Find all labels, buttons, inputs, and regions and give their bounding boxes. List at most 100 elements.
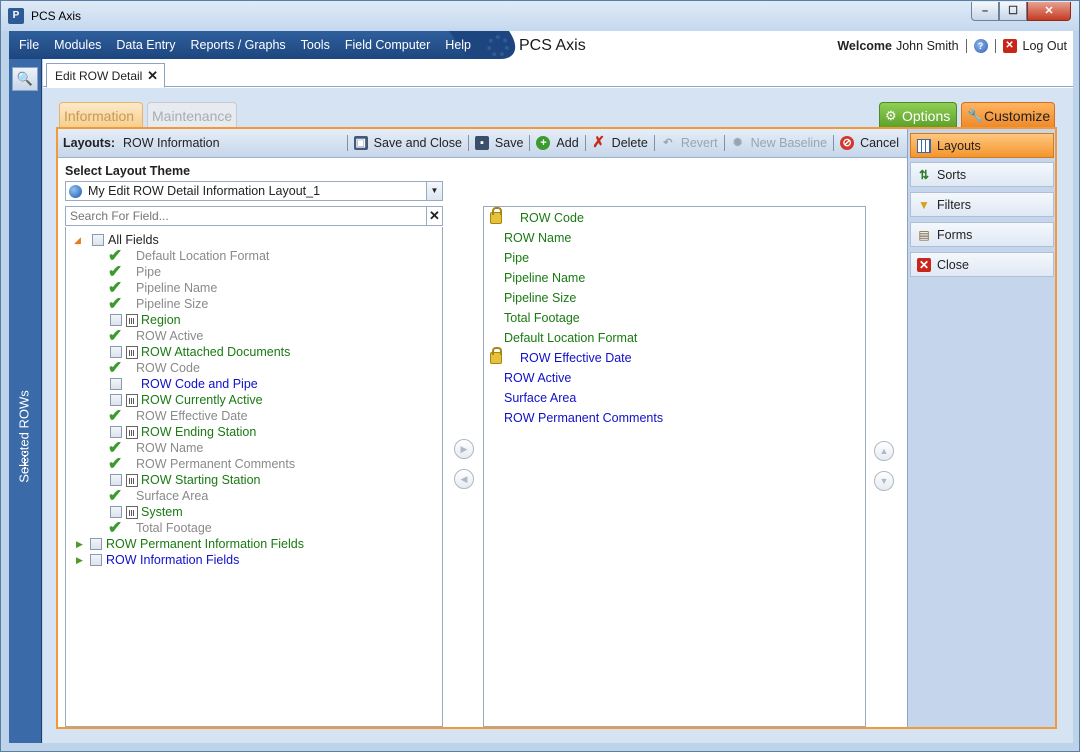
tree-field[interactable]: ✔ ROW Effective Date bbox=[108, 406, 248, 425]
lock-icon bbox=[490, 347, 502, 364]
checkmark-icon: ✔ bbox=[108, 454, 123, 473]
revert-button[interactable]: ↶ Revert bbox=[661, 136, 717, 150]
tree-field[interactable]: ✔ ROW Active bbox=[108, 326, 203, 345]
checkbox[interactable] bbox=[110, 314, 122, 326]
welcome-label: Welcome bbox=[837, 39, 892, 53]
checkbox[interactable] bbox=[110, 346, 122, 358]
menu-items: File Modules Data Entry Reports / Graphs… bbox=[9, 31, 476, 59]
user-area: Welcome John Smith ? ✕ Log Out bbox=[837, 39, 1067, 53]
move-up-icon[interactable]: ▲ bbox=[874, 441, 894, 461]
menu-tools[interactable]: Tools bbox=[296, 38, 335, 52]
selected-field[interactable]: ROW Effective Date bbox=[490, 347, 632, 366]
lock-icon bbox=[490, 207, 502, 224]
selected-field[interactable]: Surface Area bbox=[504, 390, 576, 406]
collapse-icon[interactable]: ◢ bbox=[74, 235, 92, 246]
checkbox[interactable] bbox=[90, 554, 102, 566]
checkbox[interactable] bbox=[92, 234, 104, 246]
add-button[interactable]: + Add bbox=[536, 136, 579, 150]
tab-label: Edit ROW Detail bbox=[55, 69, 143, 83]
selected-field[interactable]: Pipe bbox=[504, 250, 529, 266]
tree-field[interactable]: ROW Attached Documents bbox=[110, 344, 290, 360]
tab-options[interactable]: ⚙ Options bbox=[879, 102, 957, 127]
selected-field[interactable]: Pipeline Name bbox=[504, 270, 585, 286]
move-down-icon[interactable]: ▼ bbox=[874, 471, 894, 491]
menu-field-computer[interactable]: Field Computer bbox=[340, 38, 435, 52]
grip-handle-icon[interactable] bbox=[24, 451, 27, 469]
layouts-toolbar: Layouts: ROW Information ▣ Save and Close… bbox=[58, 129, 907, 158]
new-baseline-label: New Baseline bbox=[750, 136, 828, 150]
selected-field[interactable]: ROW Permanent Comments bbox=[504, 410, 663, 426]
tree-field[interactable]: ✔ Pipeline Size bbox=[108, 294, 208, 313]
side-item-forms[interactable]: ▤ Forms bbox=[910, 222, 1054, 247]
expand-icon[interactable]: ▶ bbox=[76, 555, 90, 566]
calculator-icon bbox=[126, 473, 138, 487]
expand-icon[interactable]: ▶ bbox=[76, 539, 90, 550]
selected-field[interactable]: Total Footage bbox=[504, 310, 580, 326]
save-button[interactable]: ▪ Save bbox=[474, 136, 523, 150]
minimize-button[interactable]: – bbox=[971, 2, 999, 21]
checkbox[interactable] bbox=[110, 474, 122, 486]
separator bbox=[584, 135, 586, 151]
save-and-close-button[interactable]: ▣ Save and Close bbox=[353, 136, 462, 150]
layouts-label: Layouts: bbox=[63, 136, 116, 150]
logout-icon[interactable]: ✕ bbox=[1002, 39, 1017, 53]
search-input[interactable] bbox=[66, 207, 426, 225]
selected-rows-sidebar[interactable]: 🔍 Selected ROWs bbox=[9, 59, 42, 743]
move-left-icon[interactable]: ◀ bbox=[454, 469, 474, 489]
clear-search-icon[interactable]: ✕ bbox=[426, 207, 442, 225]
search-icon[interactable]: 🔍 bbox=[12, 67, 38, 91]
checkbox[interactable] bbox=[110, 394, 122, 406]
tree-field[interactable]: ✔ ROW Code bbox=[108, 358, 200, 377]
side-item-sorts[interactable]: ⇅ Sorts bbox=[910, 162, 1054, 187]
delete-button[interactable]: ✗ Delete bbox=[592, 135, 647, 150]
tree-field[interactable]: ✔ ROW Permanent Comments bbox=[108, 454, 295, 473]
checkbox[interactable] bbox=[110, 506, 122, 518]
selected-field[interactable]: ROW Name bbox=[504, 230, 571, 246]
close-tab-icon[interactable]: ✕ bbox=[147, 68, 158, 84]
tree-field-label: Surface Area bbox=[136, 489, 209, 503]
logout-link[interactable]: Log Out bbox=[1023, 39, 1067, 53]
tree-field[interactable]: ✔ Total Footage bbox=[108, 518, 212, 537]
new-baseline-button[interactable]: ✺ New Baseline bbox=[731, 136, 827, 150]
side-item-filters[interactable]: ▼ Filters bbox=[910, 192, 1054, 217]
menu-file[interactable]: File bbox=[14, 38, 44, 52]
menu-modules[interactable]: Modules bbox=[49, 38, 106, 52]
calculator-icon bbox=[126, 505, 138, 519]
tree-group-permanent[interactable]: ▶ ROW Permanent Information Fields bbox=[76, 536, 304, 552]
save-and-close-label: Save and Close bbox=[373, 136, 462, 150]
chevron-down-icon[interactable]: ▼ bbox=[426, 182, 442, 200]
tree-group-information[interactable]: ▶ ROW Information Fields bbox=[76, 552, 239, 568]
maximize-button[interactable]: ☐ bbox=[999, 2, 1027, 21]
checkbox[interactable] bbox=[110, 378, 122, 390]
menu-help[interactable]: Help bbox=[440, 38, 476, 52]
move-right-icon[interactable]: ▶ bbox=[454, 439, 474, 459]
menu-reports-graphs[interactable]: Reports / Graphs bbox=[185, 38, 290, 52]
selected-field-label: ROW Permanent Comments bbox=[504, 411, 664, 425]
menu-data-entry[interactable]: Data Entry bbox=[111, 38, 180, 52]
selected-field[interactable]: ROW Active bbox=[504, 370, 571, 386]
tree-field[interactable]: ROW Code and Pipe bbox=[110, 376, 258, 392]
tab-edit-row-detail[interactable]: Edit ROW Detail ✕ bbox=[46, 63, 165, 88]
clipboard-icon: ▤ bbox=[918, 228, 930, 242]
title-bar[interactable]: P PCS Axis – ☐ ✕ bbox=[1, 1, 1079, 31]
side-item-label: Filters bbox=[937, 198, 972, 212]
cancel-button[interactable]: ⊘ Cancel bbox=[840, 136, 899, 150]
selected-field[interactable]: ROW Code bbox=[490, 207, 584, 226]
field-search[interactable]: ✕ bbox=[65, 206, 443, 226]
tab-maintenance[interactable]: Maintenance bbox=[147, 102, 237, 127]
help-icon[interactable]: ? bbox=[973, 39, 988, 53]
separator bbox=[965, 39, 967, 53]
side-item-close[interactable]: ✕ Close bbox=[910, 252, 1054, 277]
selected-field[interactable]: Default Location Format bbox=[504, 330, 637, 346]
layout-theme-select[interactable]: My Edit ROW Detail Information Layout_1 … bbox=[65, 181, 443, 201]
selected-field[interactable]: Pipeline Size bbox=[504, 290, 576, 306]
close-window-button[interactable]: ✕ bbox=[1027, 2, 1071, 21]
tab-information[interactable]: Information bbox=[59, 102, 143, 127]
side-item-layouts[interactable]: Layouts bbox=[910, 133, 1054, 158]
tab-customize[interactable]: 🔧 Customize bbox=[961, 102, 1055, 127]
tree-field[interactable]: ✔ Surface Area bbox=[108, 486, 209, 505]
selected-rows-label[interactable]: Selected ROWs bbox=[17, 372, 32, 502]
checkmark-icon: ✔ bbox=[108, 358, 123, 377]
checkbox[interactable] bbox=[110, 426, 122, 438]
checkbox[interactable] bbox=[90, 538, 102, 550]
